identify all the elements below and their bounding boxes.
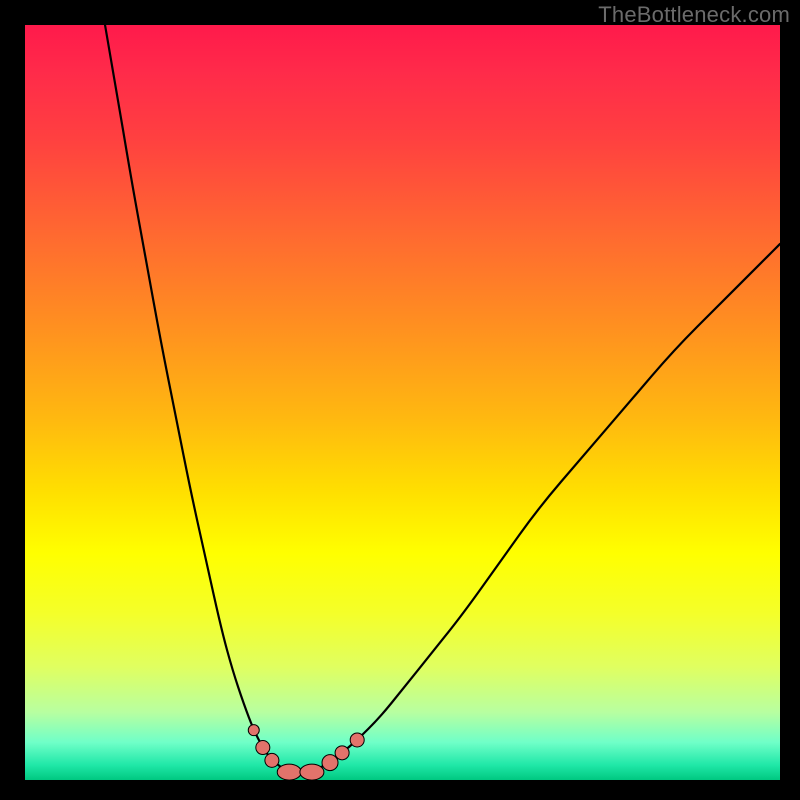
curve-marker — [277, 764, 301, 780]
curve-marker — [335, 746, 349, 760]
curve-marker — [350, 733, 364, 747]
curve-marker — [322, 755, 338, 771]
bottleneck-curve-svg — [25, 25, 780, 780]
curve-marker — [300, 764, 324, 780]
curve-marker — [265, 753, 279, 767]
bottleneck-curve — [105, 25, 780, 774]
curve-marker — [248, 725, 259, 736]
curve-markers — [248, 725, 364, 780]
watermark-text: TheBottleneck.com — [598, 2, 790, 28]
plot-area — [25, 25, 780, 780]
curve-marker — [256, 741, 270, 755]
chart-frame: TheBottleneck.com — [0, 0, 800, 800]
